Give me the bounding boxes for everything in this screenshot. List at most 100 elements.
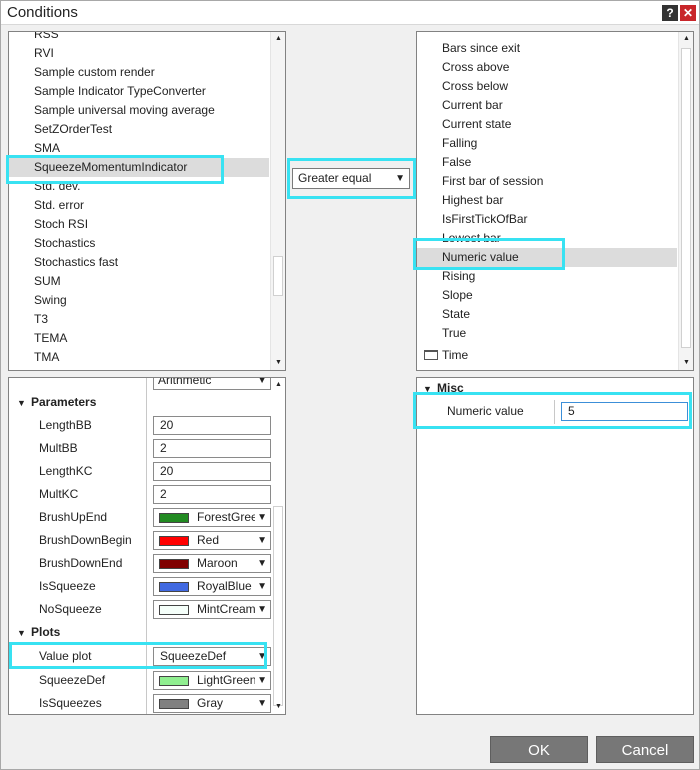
brush-select[interactable]: ForestGreen ▼: [153, 508, 271, 527]
list-item[interactable]: Lowest bar: [417, 229, 677, 248]
chevron-down-icon: ▼: [395, 173, 405, 184]
list-item[interactable]: RSS: [9, 32, 269, 44]
scroll-down-arrow-icon[interactable]: ▼: [271, 700, 285, 714]
list-item-folder[interactable]: Time: [417, 346, 468, 365]
list-item[interactable]: Sample custom render: [9, 63, 269, 82]
param-label: LengthKC: [39, 464, 93, 478]
operator-select[interactable]: Greater equal ▼: [292, 168, 410, 189]
cancel-button[interactable]: Cancel: [596, 736, 694, 763]
scroll-thumb[interactable]: [273, 506, 283, 706]
condition-list-scrollbar[interactable]: ▲ ▼: [678, 32, 693, 370]
value-plot-select[interactable]: SqueezeDef ▼: [153, 647, 271, 666]
scroll-down-arrow-icon[interactable]: ▼: [271, 356, 285, 370]
list-item[interactable]: First bar of session: [417, 172, 677, 191]
collapse-triangle-icon: ▼: [17, 398, 26, 408]
color-swatch: [159, 513, 189, 523]
list-item[interactable]: Stoch RSI: [9, 215, 269, 234]
collapse-triangle-icon: ▼: [423, 384, 432, 394]
list-item[interactable]: Swing: [9, 291, 269, 310]
brush-select[interactable]: Red ▼: [153, 531, 271, 550]
list-item[interactable]: Slope: [417, 286, 677, 305]
indicator-list[interactable]: RSS RVI Sample custom render Sample Indicat…: [8, 31, 286, 371]
list-item[interactable]: Rising: [417, 267, 677, 286]
list-item[interactable]: T3: [9, 310, 269, 329]
brush-select[interactable]: Maroon ▼: [153, 554, 271, 573]
parameters-section-header[interactable]: ▼ Parameters: [17, 392, 96, 412]
list-item[interactable]: Sample Indicator TypeConverter: [9, 82, 269, 101]
brush-value: Maroon: [197, 556, 238, 570]
plot-value: LightGreen: [197, 673, 257, 687]
grid-divider: [146, 378, 147, 714]
list-item[interactable]: SetZOrderTest: [9, 120, 269, 139]
brush-value: Red: [197, 533, 220, 547]
list-item[interactable]: Sample universal moving average: [9, 101, 269, 120]
param-input[interactable]: 2: [153, 485, 271, 504]
list-item[interactable]: Cross above: [417, 58, 677, 77]
folder-icon: [424, 350, 438, 360]
param-label: MultKC: [39, 487, 79, 501]
scroll-thumb[interactable]: [273, 256, 283, 296]
conditions-dialog: Conditions ? ✕ RSS RVI Sample custom rende…: [0, 0, 700, 770]
cut-off-value: Arithmetic: [158, 377, 212, 387]
list-item[interactable]: Cross below: [417, 77, 677, 96]
scroll-up-arrow-icon[interactable]: ▲: [271, 32, 285, 46]
brush-label: BrushDownEnd: [39, 556, 123, 570]
indicator-properties-grid: Arithmetic ▼ ▼ Parameters LengthBB 20 MultB…: [8, 377, 286, 715]
properties-scrollbar[interactable]: ▲ ▼: [271, 378, 285, 714]
list-item[interactable]: IsFirstTickOfBar: [417, 210, 677, 229]
list-item[interactable]: Current bar: [417, 96, 677, 115]
param-input[interactable]: 2: [153, 439, 271, 458]
param-input[interactable]: 20: [153, 416, 271, 435]
operator-value: Greater equal: [298, 171, 372, 185]
list-item[interactable]: True: [417, 324, 677, 343]
list-item[interactable]: Std. error: [9, 196, 269, 215]
misc-section-header[interactable]: ▼ Misc: [423, 378, 464, 398]
list-item[interactable]: Stochastics fast: [9, 253, 269, 272]
ok-button[interactable]: OK: [490, 736, 588, 763]
list-item[interactable]: Stochastics: [9, 234, 269, 253]
scroll-thumb[interactable]: [681, 48, 691, 348]
collapse-triangle-icon: ▼: [17, 628, 26, 638]
plot-value: Gray: [197, 696, 224, 710]
plots-section-header[interactable]: ▼ Plots: [17, 622, 60, 642]
close-button[interactable]: ✕: [680, 5, 696, 21]
list-item[interactable]: False: [417, 153, 677, 172]
chevron-down-icon: ▼: [255, 648, 267, 665]
numeric-value-label: Numeric value: [447, 404, 524, 418]
brush-select[interactable]: RoyalBlue ▼: [153, 577, 271, 596]
list-item[interactable]: TMA: [9, 348, 269, 367]
list-item[interactable]: State: [417, 305, 677, 324]
plot-label: IsSqueezes: [39, 696, 102, 710]
list-item[interactable]: Bars since exit: [417, 39, 677, 58]
help-button[interactable]: ?: [662, 5, 678, 21]
list-item[interactable]: Std. dev.: [9, 177, 269, 196]
param-input[interactable]: 20: [153, 462, 271, 481]
color-swatch: [159, 559, 189, 569]
brush-label: BrushDownBegin: [39, 533, 132, 547]
title-bar: Conditions ? ✕: [1, 1, 699, 25]
numeric-value-input[interactable]: 5: [561, 402, 688, 421]
list-item[interactable]: Numeric value: [417, 248, 677, 267]
plot-select[interactable]: LightGreen ▼: [153, 671, 271, 690]
list-item[interactable]: SMA: [9, 139, 269, 158]
cut-off-combo[interactable]: Arithmetic ▼: [153, 377, 271, 390]
brush-select[interactable]: MintCream ▼: [153, 600, 271, 619]
param-label: LengthBB: [39, 418, 92, 432]
plot-select[interactable]: Gray ▼: [153, 694, 271, 713]
brush-label: NoSqueeze: [39, 602, 102, 616]
list-item[interactable]: SqueezeMomentumIndicator: [9, 158, 269, 177]
value-plot-value: SqueezeDef: [160, 649, 227, 663]
list-item[interactable]: Current state: [417, 115, 677, 134]
scroll-up-arrow-icon[interactable]: ▲: [679, 32, 693, 46]
list-item[interactable]: RVI: [9, 44, 269, 63]
indicator-list-scrollbar[interactable]: ▲ ▼: [270, 32, 285, 370]
list-item[interactable]: Falling: [417, 134, 677, 153]
scroll-up-arrow-icon[interactable]: ▲: [271, 378, 285, 392]
list-item[interactable]: Highest bar: [417, 191, 677, 210]
list-item[interactable]: TEMA: [9, 329, 269, 348]
scroll-down-arrow-icon[interactable]: ▼: [679, 356, 693, 370]
list-item[interactable]: SUM: [9, 272, 269, 291]
brush-value: RoyalBlue: [197, 579, 252, 593]
dialog-title: Conditions: [7, 4, 78, 21]
condition-list[interactable]: Bars since exit Cross above Cross below Cur…: [416, 31, 694, 371]
